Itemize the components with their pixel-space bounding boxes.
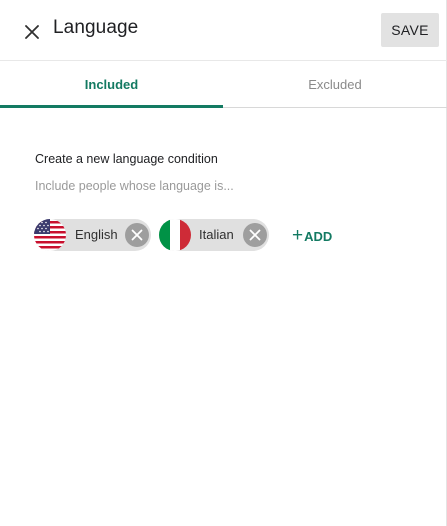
save-button[interactable]: SAVE [381,13,439,47]
add-language-button[interactable]: + ADD [292,226,332,246]
chip-english: English [34,219,151,251]
plus-icon: + [292,224,304,246]
condition-hint: Include people whose language is... [35,179,234,193]
add-label: ADD [304,228,333,244]
chip-label: Italian [199,227,234,242]
chip-italian: Italian [159,219,269,251]
remove-italian-button[interactable] [243,223,267,247]
chip-label: English [75,227,118,242]
italy-flag-icon [159,219,191,251]
active-tab-indicator [0,105,223,108]
tab-excluded[interactable]: Excluded [223,61,447,108]
us-flag-icon [34,219,66,251]
tab-bar: Included Excluded [0,61,447,108]
language-panel: Language SAVE Included Excluded Create a… [0,0,447,526]
condition-title: Create a new language condition [35,152,218,166]
close-icon [25,25,39,39]
tab-included[interactable]: Included [0,61,223,108]
close-icon [131,229,143,241]
close-icon [249,229,261,241]
remove-english-button[interactable] [125,223,149,247]
page-title: Language [53,17,139,38]
header: Language SAVE [0,0,447,60]
close-button[interactable] [18,18,46,46]
